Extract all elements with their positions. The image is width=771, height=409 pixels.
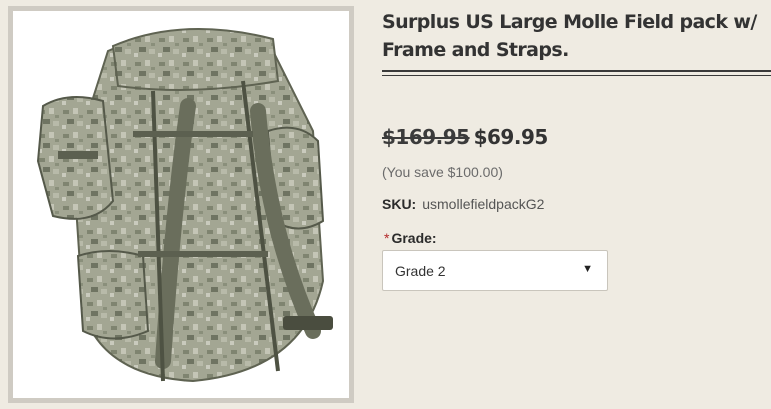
- required-mark: *: [384, 230, 390, 246]
- chevron-down-icon: ▼: [582, 263, 593, 275]
- savings-text: (You save $100.00): [382, 164, 503, 180]
- product-details: Surplus US Large Molle Field pack w/ Fra…: [382, 0, 771, 409]
- sku-label: SKU:: [382, 196, 417, 212]
- backpack-photo-icon: [36, 28, 333, 383]
- product-page: Surplus US Large Molle Field pack w/ Fra…: [0, 0, 771, 409]
- product-title: Surplus US Large Molle Field pack w/ Fra…: [382, 11, 757, 61]
- sale-price: $69.95: [473, 125, 549, 149]
- product-image[interactable]: [8, 6, 354, 403]
- sku-row: SKU: usmollefieldpackG2: [382, 196, 544, 212]
- title-divider-thin: [382, 75, 771, 76]
- grade-select[interactable]: Grade 2 ▼: [382, 250, 608, 291]
- title-divider: [382, 70, 771, 72]
- sku-value: usmollefieldpackG2: [422, 196, 545, 212]
- grade-label-text: Grade:: [391, 230, 437, 246]
- price-row: $169.95 $69.95: [382, 125, 548, 149]
- original-price: $169.95: [382, 125, 470, 149]
- grade-select-value: Grade 2: [395, 263, 446, 279]
- grade-label: * Grade:: [384, 230, 437, 246]
